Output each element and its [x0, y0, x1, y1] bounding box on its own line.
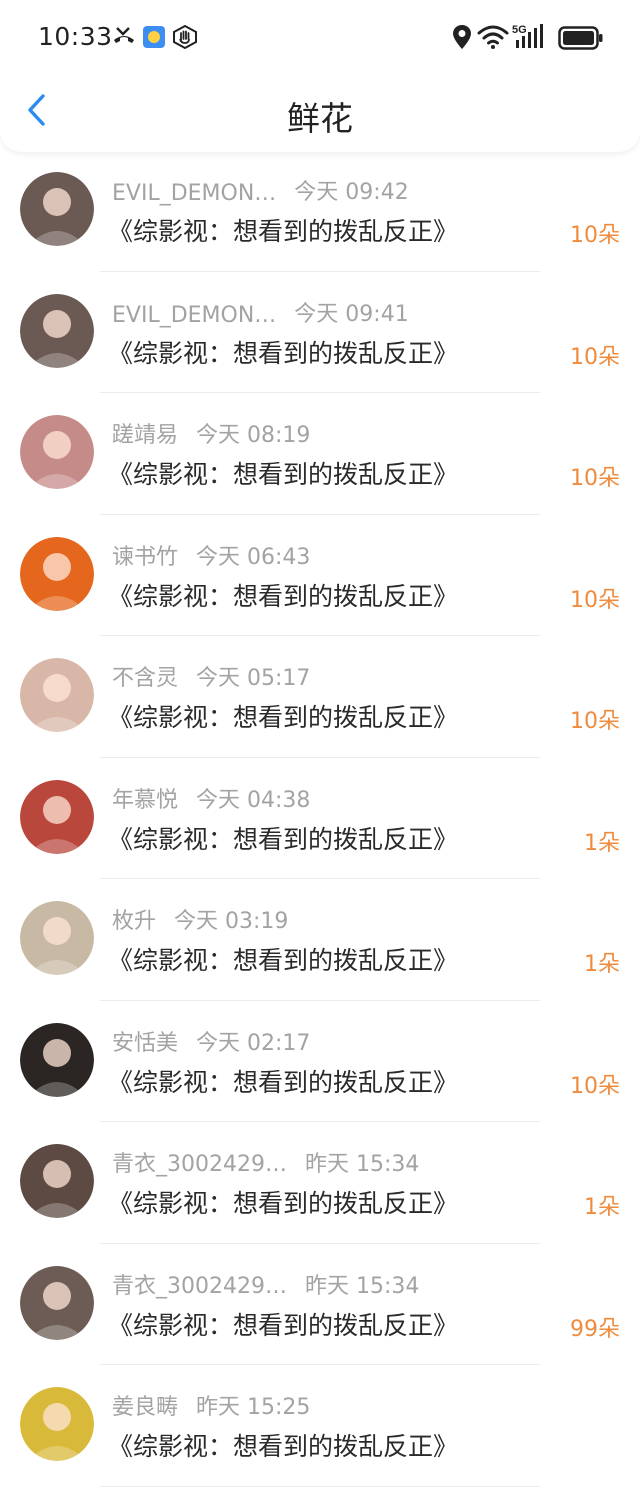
item-meta: 年慕悦 今天 04:38 [112, 782, 310, 814]
list-item[interactable]: 安恬美 今天 02:17 《综影视：想看到的拨乱反正》 10朵 [0, 1001, 640, 1122]
app-header: 鲜花 [0, 66, 640, 152]
avatar[interactable] [20, 536, 94, 611]
user-name[interactable]: 年慕悦 [112, 782, 178, 814]
user-name[interactable]: 姜良畴 [112, 1389, 178, 1421]
avatar[interactable] [20, 779, 94, 854]
book-title[interactable]: 《综影视：想看到的拨乱反正》 [108, 941, 458, 977]
flower-count: 10朵 [570, 587, 620, 613]
5g-signal-icon: 5G [512, 22, 552, 50]
user-name[interactable]: 谏书竹 [112, 539, 178, 571]
divider [100, 1485, 540, 1487]
list-item[interactable]: 青衣_3002429… 昨天 15:34 《综影视：想看到的拨乱反正》 1朵 [0, 1122, 640, 1244]
item-meta: EVIL_DEMON… 今天 09:41 [112, 296, 409, 328]
hand-icon [172, 25, 198, 49]
list-item[interactable]: 蹉靖易 今天 08:19 《综影视：想看到的拨乱反正》 10朵 [0, 393, 640, 515]
timestamp: 今天 04:38 [196, 787, 311, 813]
timestamp: 今天 09:41 [294, 301, 409, 327]
item-meta: 青衣_3002429… 昨天 15:34 [112, 1146, 419, 1178]
item-meta: 枚升 今天 03:19 [112, 903, 288, 935]
avatar[interactable] [20, 1387, 94, 1461]
flower-count: 1朵 [584, 830, 620, 856]
timestamp: 今天 08:19 [196, 423, 311, 448]
timestamp: 今天 05:17 [196, 666, 311, 691]
book-title[interactable]: 《综影视：想看到的拨乱反正》 [108, 1427, 458, 1463]
user-name[interactable]: 青衣_3002429… [112, 1146, 287, 1178]
user-name[interactable]: 蹉靖易 [112, 417, 178, 449]
list-item[interactable]: 姜良畴 昨天 15:25 《综影视：想看到的拨乱反正》 [0, 1365, 640, 1487]
status-time: 10:33 [38, 22, 113, 51]
item-meta: 青衣_3002429… 昨天 15:34 [112, 1268, 419, 1300]
item-meta: 谏书竹 今天 06:43 [112, 539, 310, 571]
user-name[interactable]: 枚升 [112, 903, 156, 935]
user-name[interactable]: 青衣_3002429… [112, 1268, 287, 1300]
timestamp: 昨天 15:25 [196, 1395, 311, 1420]
list-item[interactable]: 谏书竹 今天 06:43 《综影视：想看到的拨乱反正》 10朵 [0, 515, 640, 636]
item-meta: 不含灵 今天 05:17 [112, 660, 310, 692]
list-item[interactable]: EVIL_DEMON… 今天 09:42 《综影视：想看到的拨乱反正》 10朵 [0, 150, 640, 272]
flower-count: 1朵 [584, 952, 620, 977]
user-name[interactable]: EVIL_DEMON… [112, 181, 276, 206]
flower-count: 10朵 [570, 1073, 620, 1099]
book-title[interactable]: 《综影视：想看到的拨乱反正》 [108, 212, 458, 248]
avatar[interactable] [20, 172, 94, 246]
list-item[interactable]: 年慕悦 今天 04:38 《综影视：想看到的拨乱反正》 1朵 [0, 758, 640, 879]
avatar[interactable] [20, 415, 94, 489]
flower-count: 10朵 [570, 466, 620, 491]
book-title[interactable]: 《综影视：想看到的拨乱反正》 [108, 820, 458, 856]
missed-call-icon [111, 24, 137, 48]
item-meta: 姜良畴 昨天 15:25 [112, 1389, 310, 1421]
list-item[interactable]: 枚升 今天 03:19 《综影视：想看到的拨乱反正》 1朵 [0, 879, 640, 1001]
timestamp: 今天 02:17 [196, 1030, 311, 1056]
location-icon [452, 24, 472, 50]
book-title[interactable]: 《综影视：想看到的拨乱反正》 [108, 1184, 458, 1220]
avatar[interactable] [20, 1144, 94, 1218]
battery-icon [558, 26, 604, 50]
status-bar: 10:33 5G [0, 0, 640, 76]
avatar[interactable] [20, 293, 94, 368]
book-title[interactable]: 《综影视：想看到的拨乱反正》 [108, 577, 458, 613]
avatar[interactable] [20, 1022, 94, 1097]
list-item[interactable]: 青衣_3002429… 昨天 15:34 《综影视：想看到的拨乱反正》 99朵 [0, 1244, 640, 1365]
item-meta: 蹉靖易 今天 08:19 [112, 417, 310, 449]
timestamp: 昨天 15:34 [304, 1273, 420, 1299]
avatar[interactable] [20, 658, 94, 732]
timestamp: 今天 03:19 [174, 909, 289, 934]
user-name[interactable]: 不含灵 [112, 660, 178, 692]
book-title[interactable]: 《综影视：想看到的拨乱反正》 [108, 455, 458, 491]
flower-count: 10朵 [570, 344, 620, 370]
timestamp: 昨天 15:34 [304, 1152, 420, 1177]
user-name[interactable]: EVIL_DEMON… [112, 303, 276, 328]
book-title[interactable]: 《综影视：想看到的拨乱反正》 [108, 334, 458, 370]
book-title[interactable]: 《综影视：想看到的拨乱反正》 [108, 1063, 458, 1099]
item-meta: 安恬美 今天 02:17 [112, 1025, 310, 1057]
flower-list: EVIL_DEMON… 今天 09:42 《综影视：想看到的拨乱反正》 10朵 E… [0, 150, 640, 1487]
flower-count: 99朵 [570, 1316, 620, 1342]
avatar[interactable] [20, 1265, 94, 1340]
user-name[interactable]: 安恬美 [112, 1025, 178, 1057]
flower-count: 10朵 [570, 223, 620, 248]
weather-icon [143, 26, 165, 48]
svg-text:5G: 5G [512, 24, 527, 36]
timestamp: 今天 06:43 [196, 544, 311, 570]
list-item[interactable]: EVIL_DEMON… 今天 09:41 《综影视：想看到的拨乱反正》 10朵 [0, 272, 640, 393]
flower-count: 1朵 [584, 1195, 620, 1220]
wifi-icon [477, 24, 509, 50]
page-title: 鲜花 [287, 99, 353, 138]
item-meta: EVIL_DEMON… 今天 09:42 [112, 174, 409, 206]
book-title[interactable]: 《综影视：想看到的拨乱反正》 [108, 1306, 458, 1342]
flower-count: 10朵 [570, 709, 620, 734]
list-item[interactable]: 不含灵 今天 05:17 《综影视：想看到的拨乱反正》 10朵 [0, 636, 640, 758]
avatar[interactable] [20, 901, 94, 975]
timestamp: 今天 09:42 [294, 180, 409, 205]
book-title[interactable]: 《综影视：想看到的拨乱反正》 [108, 698, 458, 734]
